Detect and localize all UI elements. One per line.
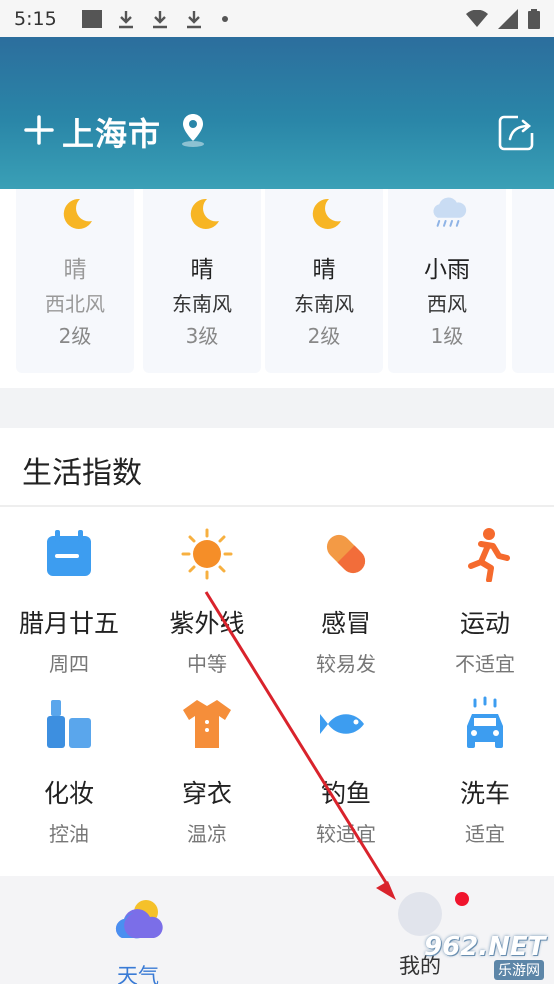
life-index-value: 周四 xyxy=(49,652,89,676)
life-index-item[interactable]: 钓鱼 较适宜 xyxy=(277,696,415,847)
notification-square-icon xyxy=(82,9,102,28)
signal-icon xyxy=(498,8,518,29)
life-index-item[interactable]: 化妆 控油 xyxy=(0,696,138,847)
life-index-name: 腊月廿五 xyxy=(18,609,119,638)
city-name[interactable]: 上海市 xyxy=(62,109,161,155)
watermark-subtitle: 乐游网 xyxy=(494,960,544,980)
forecast-condition: 晴 xyxy=(190,257,214,283)
rain-cloud-icon xyxy=(433,197,467,227)
download-icon xyxy=(116,9,136,29)
forecast-card[interactable]: 晴 东南风 3级 xyxy=(143,189,261,373)
more-notifications-dot-icon xyxy=(222,15,228,22)
forecast-wind-level: 1级 xyxy=(430,324,464,348)
shirt-icon xyxy=(183,700,231,748)
life-index-value: 较易发 xyxy=(316,652,376,676)
life-index-item[interactable]: 运动 不适宜 xyxy=(416,526,554,677)
download-icon xyxy=(150,9,170,29)
status-right-group xyxy=(466,8,540,29)
cosmetics-icon xyxy=(47,700,91,748)
forecast-wind-level: 2级 xyxy=(307,324,341,348)
location-pin-icon[interactable] xyxy=(177,112,209,148)
forecast-wind-level: 2级 xyxy=(58,324,92,348)
life-index-name: 运动 xyxy=(459,609,510,638)
life-index-name: 洗车 xyxy=(459,779,510,808)
life-index-item[interactable]: 腊月廿五 周四 xyxy=(0,526,138,677)
forecast-card-partial[interactable] xyxy=(512,189,554,373)
weather-cloud-icon xyxy=(115,900,163,939)
download-icon xyxy=(184,9,204,29)
forecast-wind: 西风 xyxy=(427,292,467,316)
moon-icon xyxy=(312,198,341,229)
forecast-condition: 晴 xyxy=(312,257,336,283)
life-index-item[interactable]: 紫外线 中等 xyxy=(138,526,276,677)
life-index-title: 生活指数 xyxy=(22,456,142,491)
life-index-section: 生活指数 腊月廿五 周四 紫外线 中等 感冒 较易发 运动 不适宜 化妆 控油 … xyxy=(0,428,554,876)
forecast-card[interactable]: 晴 西北风 2级 xyxy=(16,189,134,373)
hourly-forecast[interactable]: 晴 西北风 2级 晴 东南风 3级 晴 东南风 2级 小雨 西风 1级 xyxy=(0,189,554,388)
status-bar: 5:15 xyxy=(0,0,554,37)
life-index-value: 较适宜 xyxy=(316,822,376,846)
wifi-icon xyxy=(466,9,488,27)
life-index-name: 穿衣 xyxy=(181,779,232,808)
forecast-condition: 小雨 xyxy=(424,257,470,283)
notification-badge xyxy=(455,892,469,906)
capsule-icon xyxy=(326,534,366,574)
running-icon xyxy=(468,528,510,582)
life-index-item[interactable]: 感冒 较易发 xyxy=(277,526,415,677)
life-index-value: 适宜 xyxy=(465,822,505,846)
life-index-value: 控油 xyxy=(49,822,89,846)
car-wash-icon xyxy=(467,696,503,748)
life-index-name: 钓鱼 xyxy=(320,779,371,808)
life-index-name: 感冒 xyxy=(320,609,371,638)
tab-weather-label: 天气 xyxy=(117,964,159,984)
forecast-wind-level: 3级 xyxy=(185,324,219,348)
status-time: 5:15 xyxy=(14,7,57,30)
life-index-value: 温凉 xyxy=(187,822,227,846)
battery-icon xyxy=(528,8,540,29)
forecast-wind: 东南风 xyxy=(172,292,232,316)
forecast-card[interactable]: 晴 东南风 2级 xyxy=(265,189,383,373)
tab-weather[interactable]: 天气 xyxy=(108,888,168,984)
weather-header: 上海市 xyxy=(0,37,554,189)
add-icon[interactable] xyxy=(22,113,56,147)
life-index-name: 紫外线 xyxy=(169,609,245,638)
moon-icon xyxy=(190,198,219,229)
forecast-wind: 东南风 xyxy=(294,292,354,316)
share-icon[interactable] xyxy=(496,113,536,151)
forecast-wind: 西北风 xyxy=(45,292,105,316)
section-divider xyxy=(0,505,554,507)
life-index-value: 中等 xyxy=(187,652,227,676)
forecast-card[interactable]: 小雨 西风 1级 xyxy=(388,189,506,373)
sun-icon xyxy=(181,528,233,580)
fish-icon xyxy=(320,714,364,734)
watermark-number: 962.NET xyxy=(424,932,546,962)
forecast-condition: 晴 xyxy=(63,257,87,283)
life-index-item[interactable]: 洗车 适宜 xyxy=(416,696,554,847)
life-index-name: 化妆 xyxy=(43,779,94,808)
moon-icon xyxy=(63,198,92,229)
calendar-icon xyxy=(47,530,91,576)
life-index-item[interactable]: 穿衣 温凉 xyxy=(138,696,276,847)
life-index-value: 不适宜 xyxy=(455,652,515,676)
watermark: 962.NET 乐游网 xyxy=(418,930,554,984)
